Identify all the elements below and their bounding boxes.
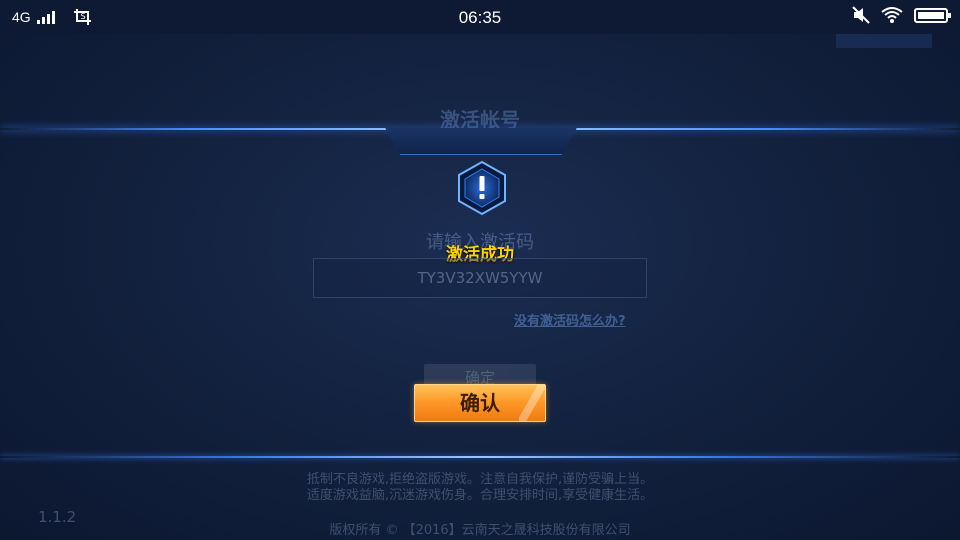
dialog-frame-top xyxy=(0,120,960,156)
background-panel-edge xyxy=(836,34,932,48)
health-notice: 抵制不良游戏,拒绝盗版游戏。注意自我保护,谨防受骗上当。 适度游戏益脑,沉迷游戏… xyxy=(0,472,960,504)
no-code-help-link[interactable]: 没有激活码怎么办? xyxy=(514,310,626,329)
confirm-button[interactable]: 确认 xyxy=(414,384,546,422)
bottom-glow-line xyxy=(0,456,960,458)
frame-tab xyxy=(385,128,577,155)
activation-code-input[interactable]: TY3V32XW5YYW xyxy=(313,258,647,298)
battery-level xyxy=(918,11,944,19)
notice-line-2: 适度游戏益脑,沉迷游戏伤身。合理安排时间,享受健康生活。 xyxy=(306,488,654,503)
notice-line-1: 抵制不良游戏,拒绝盗版游戏。注意自我保护,谨防受骗上当。 xyxy=(306,472,654,487)
status-right xyxy=(852,6,951,24)
version-label: 1.1.2 xyxy=(38,508,77,526)
button-decoration xyxy=(519,385,545,421)
status-bar: 4G S 06:35 xyxy=(0,0,960,34)
mute-icon xyxy=(852,6,870,24)
copyright-text: 版权所有 © 【2016】云南天之晟科技股份有限公司 xyxy=(329,523,631,538)
wifi-icon xyxy=(881,7,903,23)
battery-icon xyxy=(914,7,951,23)
status-time: 06:35 xyxy=(458,8,502,27)
warning-hexagon-icon xyxy=(458,160,506,216)
confirm-button-label: 确认 xyxy=(460,391,500,415)
